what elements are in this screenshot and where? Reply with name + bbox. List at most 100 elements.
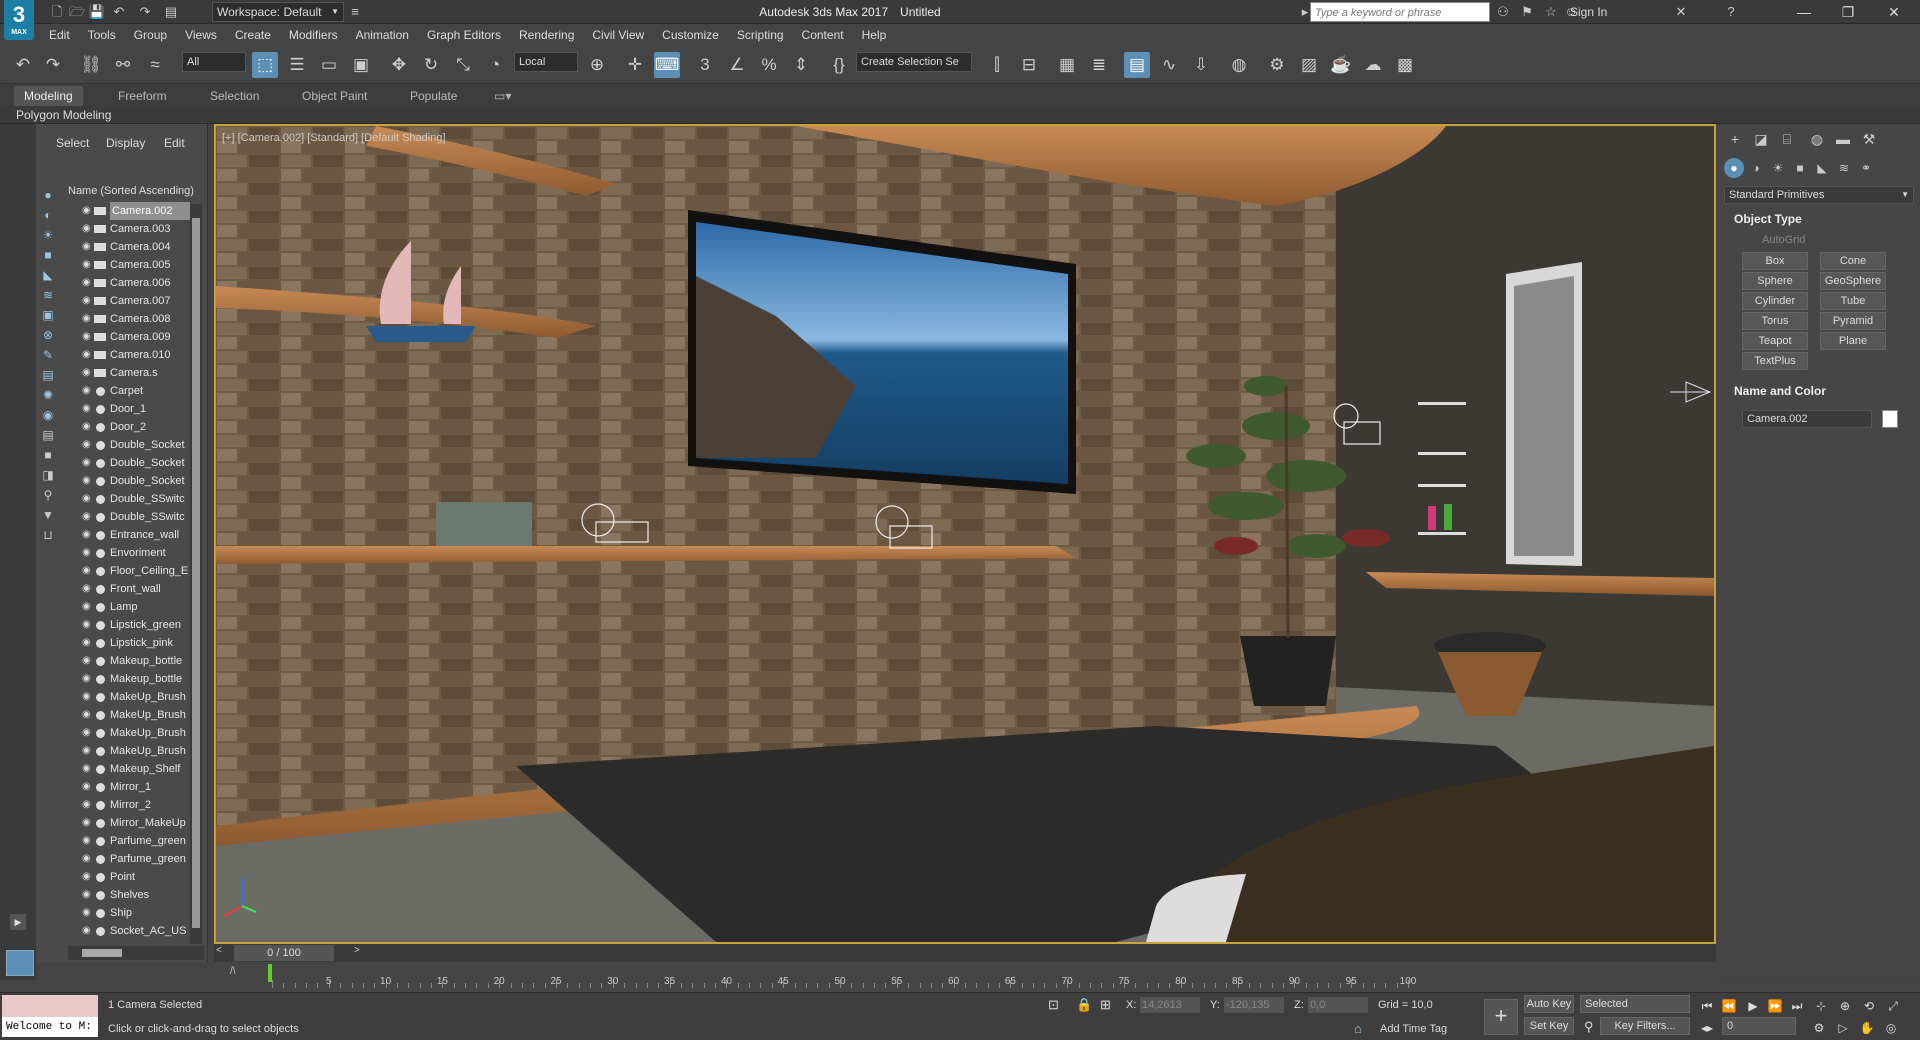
zoom-all-icon[interactable]: ⊕: [1836, 997, 1854, 1015]
display-cameras-icon[interactable]: ■: [38, 246, 58, 264]
curve-editor-icon[interactable]: ∿: [1156, 52, 1182, 78]
rotate-icon[interactable]: ↻: [418, 52, 444, 78]
visibility-eye-icon[interactable]: ◉: [82, 904, 94, 922]
hierarchy-tab-icon[interactable]: ⌸: [1776, 128, 1798, 150]
list-item[interactable]: ◉ Carpet: [82, 382, 196, 400]
visibility-eye-icon[interactable]: ◉: [82, 796, 94, 814]
unlink-icon[interactable]: ⚯: [110, 52, 136, 78]
prev-key-icon[interactable]: ⏪: [1720, 997, 1738, 1015]
list-item[interactable]: ◉ Envoriment: [82, 544, 196, 562]
menu-tools[interactable]: Tools: [79, 24, 125, 46]
visibility-eye-icon[interactable]: ◉: [82, 616, 94, 634]
menu-edit[interactable]: Edit: [40, 24, 79, 46]
time-slider-thumb[interactable]: 0 / 100: [234, 945, 334, 961]
object-name-field[interactable]: Camera.002: [1742, 410, 1872, 428]
display-none-icon[interactable]: ■: [38, 446, 58, 464]
visibility-eye-icon[interactable]: ◉: [82, 652, 94, 670]
display-lights-icon[interactable]: ☀: [38, 226, 58, 244]
window-crossing-icon[interactable]: ▣: [348, 52, 374, 78]
move-icon[interactable]: ✥: [386, 52, 412, 78]
edit-named-selection-icon[interactable]: {}: [826, 52, 852, 78]
z-coordinate-field[interactable]: 0,0: [1308, 997, 1368, 1013]
display-bones-icon[interactable]: ✎: [38, 346, 58, 364]
list-item[interactable]: ◉ Mirror_MakeUp: [82, 814, 196, 832]
tab-object-paint[interactable]: Object Paint: [292, 86, 377, 106]
visibility-eye-icon[interactable]: ◉: [82, 886, 94, 904]
display-spacewarps-icon[interactable]: ≋: [38, 286, 58, 304]
select-manipulate-icon[interactable]: ✛: [622, 52, 648, 78]
maximize-icon[interactable]: ❐: [1826, 0, 1870, 24]
modify-tab-icon[interactable]: ◪: [1750, 128, 1772, 150]
angle-snap-icon[interactable]: ∠: [724, 52, 750, 78]
menu-animation[interactable]: Animation: [347, 24, 418, 46]
material-editor-icon[interactable]: ◍: [1226, 52, 1252, 78]
maxscript-input[interactable]: Welcome to M:: [2, 1017, 98, 1037]
menu-help[interactable]: Help: [853, 24, 896, 46]
orbit-icon[interactable]: ⟲: [1860, 997, 1878, 1015]
set-key-button[interactable]: Set Key: [1524, 1017, 1574, 1035]
list-item[interactable]: ◉ Parfume_green: [82, 832, 196, 850]
redo-icon[interactable]: ↷: [40, 52, 66, 78]
x-coordinate-field[interactable]: 14,2613: [1140, 997, 1200, 1013]
schematic-view-icon[interactable]: ⇩: [1188, 52, 1214, 78]
menu-rendering[interactable]: Rendering: [510, 24, 583, 46]
list-item[interactable]: ◉ Entrance_wall: [82, 526, 196, 544]
list-item[interactable]: ◉ MakeUp_Brush: [82, 688, 196, 706]
visibility-eye-icon[interactable]: ◉: [82, 688, 94, 706]
communication-center-icon[interactable]: ⚑: [1518, 3, 1536, 21]
play-icon[interactable]: ▶: [1744, 997, 1762, 1015]
visibility-eye-icon[interactable]: ◉: [82, 220, 94, 238]
systems-icon[interactable]: ⚭: [1856, 158, 1876, 178]
list-item[interactable]: ◉ Ship: [82, 904, 196, 922]
polygon-modeling-label[interactable]: Polygon Modeling: [16, 106, 111, 124]
list-item[interactable]: ◉ Camera.008: [82, 310, 196, 328]
scene-list-hscrollbar[interactable]: [68, 946, 204, 960]
list-item[interactable]: ◉ Door_2: [82, 418, 196, 436]
visibility-eye-icon[interactable]: ◉: [82, 292, 94, 310]
sign-in-link[interactable]: Sign In: [1570, 3, 1607, 21]
list-item[interactable]: ◉ Double_SSwitc: [82, 490, 196, 508]
menu-views[interactable]: Views: [176, 24, 226, 46]
list-item[interactable]: ◉ Double_SSwitc: [82, 508, 196, 526]
tube-button[interactable]: Tube: [1820, 292, 1886, 310]
binoculars-icon[interactable]: ⚇: [1494, 3, 1512, 21]
list-item[interactable]: ◉ Camera.s: [82, 364, 196, 382]
viewport-label[interactable]: [+] [Camera.002] [Standard] [Default Sha…: [222, 132, 446, 144]
display-geometry-icon[interactable]: ●: [38, 186, 58, 204]
new-file-icon[interactable]: 🗋: [48, 3, 66, 21]
toggle-ribbon-icon[interactable]: ▤: [1124, 52, 1150, 78]
list-item[interactable]: ◉ Camera.005: [82, 256, 196, 274]
list-item[interactable]: ◉ Camera.007: [82, 292, 196, 310]
motion-tab-icon[interactable]: ◍: [1806, 128, 1828, 150]
scale-icon[interactable]: ⤡: [450, 52, 476, 78]
visibility-eye-icon[interactable]: ◉: [82, 418, 94, 436]
bind-space-warp-icon[interactable]: ≈: [142, 52, 168, 78]
key-filters-button[interactable]: Key Filters...: [1600, 1017, 1690, 1035]
display-tab-icon[interactable]: ▬: [1832, 128, 1854, 150]
percent-snap-icon[interactable]: %: [756, 52, 782, 78]
workspace-dropdown[interactable]: Workspace: Default ▼: [212, 2, 344, 22]
minimize-icon[interactable]: —: [1782, 0, 1826, 24]
key-filters-icon[interactable]: ⚲: [1584, 1019, 1594, 1035]
keyboard-shortcut-override-icon[interactable]: ⌨: [654, 52, 680, 78]
list-item[interactable]: ◉ Lipstick_green: [82, 616, 196, 634]
isolate-selection-icon[interactable]: ⊡: [1048, 997, 1059, 1013]
visibility-eye-icon[interactable]: ◉: [82, 454, 94, 472]
menu-customize[interactable]: Customize: [653, 24, 728, 46]
list-item[interactable]: ◉ Double_Socket: [82, 454, 196, 472]
list-item[interactable]: ◉ Camera.003: [82, 220, 196, 238]
a360-gallery-icon[interactable]: ▩: [1392, 52, 1418, 78]
undo-icon[interactable]: ↶: [110, 3, 128, 21]
visibility-eye-icon[interactable]: ◉: [82, 850, 94, 868]
lights-icon[interactable]: ☀: [1768, 158, 1788, 178]
menu-edit[interactable]: Edit: [164, 132, 185, 154]
close-icon[interactable]: ✕: [1872, 0, 1916, 24]
list-item[interactable]: ◉ Parfume_green: [82, 850, 196, 868]
selection-filter-dropdown[interactable]: All: [182, 52, 246, 72]
visibility-eye-icon[interactable]: ◉: [82, 922, 94, 940]
list-item[interactable]: ◉ Camera.009: [82, 328, 196, 346]
list-item[interactable]: ◉ Front_wall: [82, 580, 196, 598]
pyramid-button[interactable]: Pyramid: [1820, 312, 1886, 330]
menu-display[interactable]: Display: [106, 132, 145, 154]
select-by-name-icon[interactable]: ☰: [284, 52, 310, 78]
